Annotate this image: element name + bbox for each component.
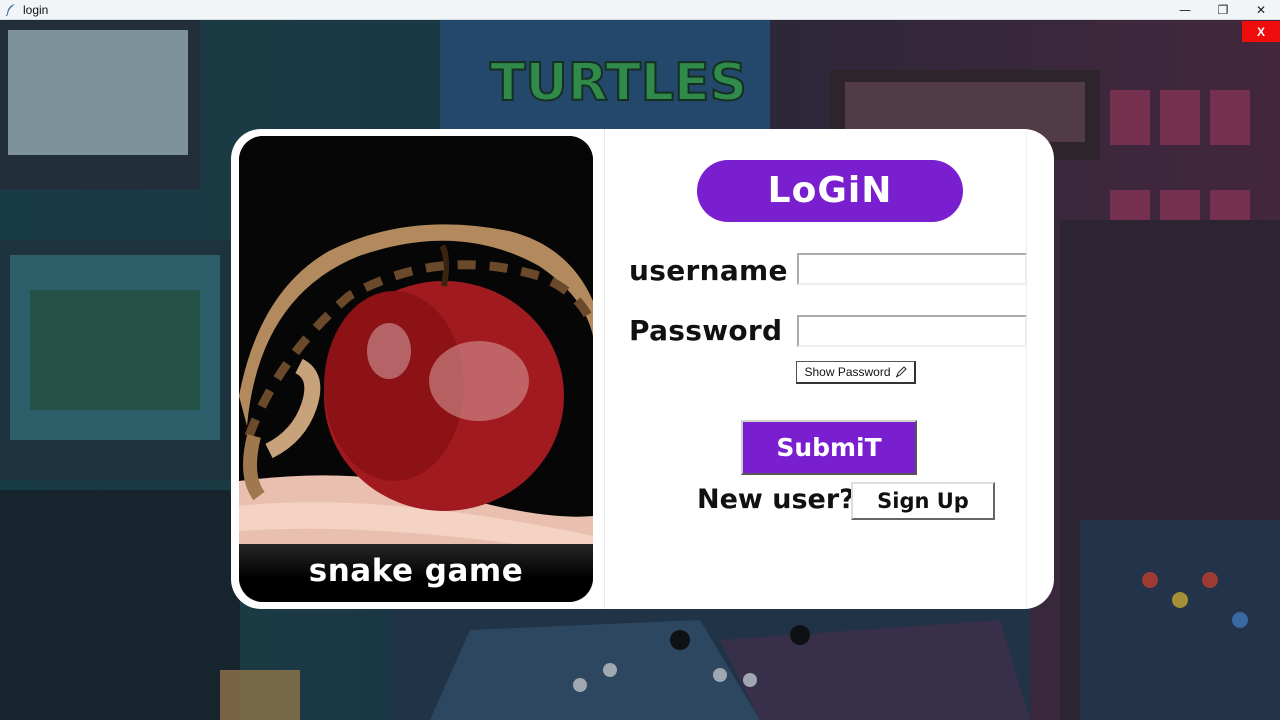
window-close-button[interactable]: ✕ bbox=[1242, 0, 1280, 20]
snake-image-panel: snake game bbox=[239, 136, 593, 602]
submit-button[interactable]: SubmiT bbox=[741, 420, 917, 475]
minimize-button[interactable]: — bbox=[1166, 0, 1204, 20]
panel-divider bbox=[604, 129, 605, 609]
app-close-button[interactable]: X bbox=[1242, 21, 1280, 42]
show-password-button[interactable]: Show Password bbox=[796, 361, 916, 384]
pencil-icon bbox=[895, 366, 907, 378]
username-input[interactable] bbox=[797, 253, 1027, 285]
new-user-text: New user? bbox=[697, 484, 855, 515]
snake-game-caption: snake game bbox=[239, 544, 593, 602]
sign-up-button[interactable]: Sign Up bbox=[851, 482, 995, 520]
snake-apple-image bbox=[239, 136, 593, 602]
window-title: login bbox=[23, 2, 49, 17]
login-heading: LoGiN bbox=[697, 160, 963, 222]
maximize-button[interactable]: ❐ bbox=[1204, 0, 1242, 20]
username-label: username bbox=[629, 254, 788, 287]
password-label: Password bbox=[629, 314, 783, 347]
show-password-label: Show Password bbox=[804, 365, 891, 379]
form-edge bbox=[1026, 129, 1027, 609]
window-titlebar: login — ❐ ✕ bbox=[0, 0, 1280, 20]
feather-icon bbox=[5, 3, 15, 16]
login-card: snake game LoGiN username Password Show … bbox=[231, 129, 1054, 609]
password-input[interactable] bbox=[797, 315, 1027, 347]
window-controls: — ❐ ✕ bbox=[1166, 0, 1280, 20]
